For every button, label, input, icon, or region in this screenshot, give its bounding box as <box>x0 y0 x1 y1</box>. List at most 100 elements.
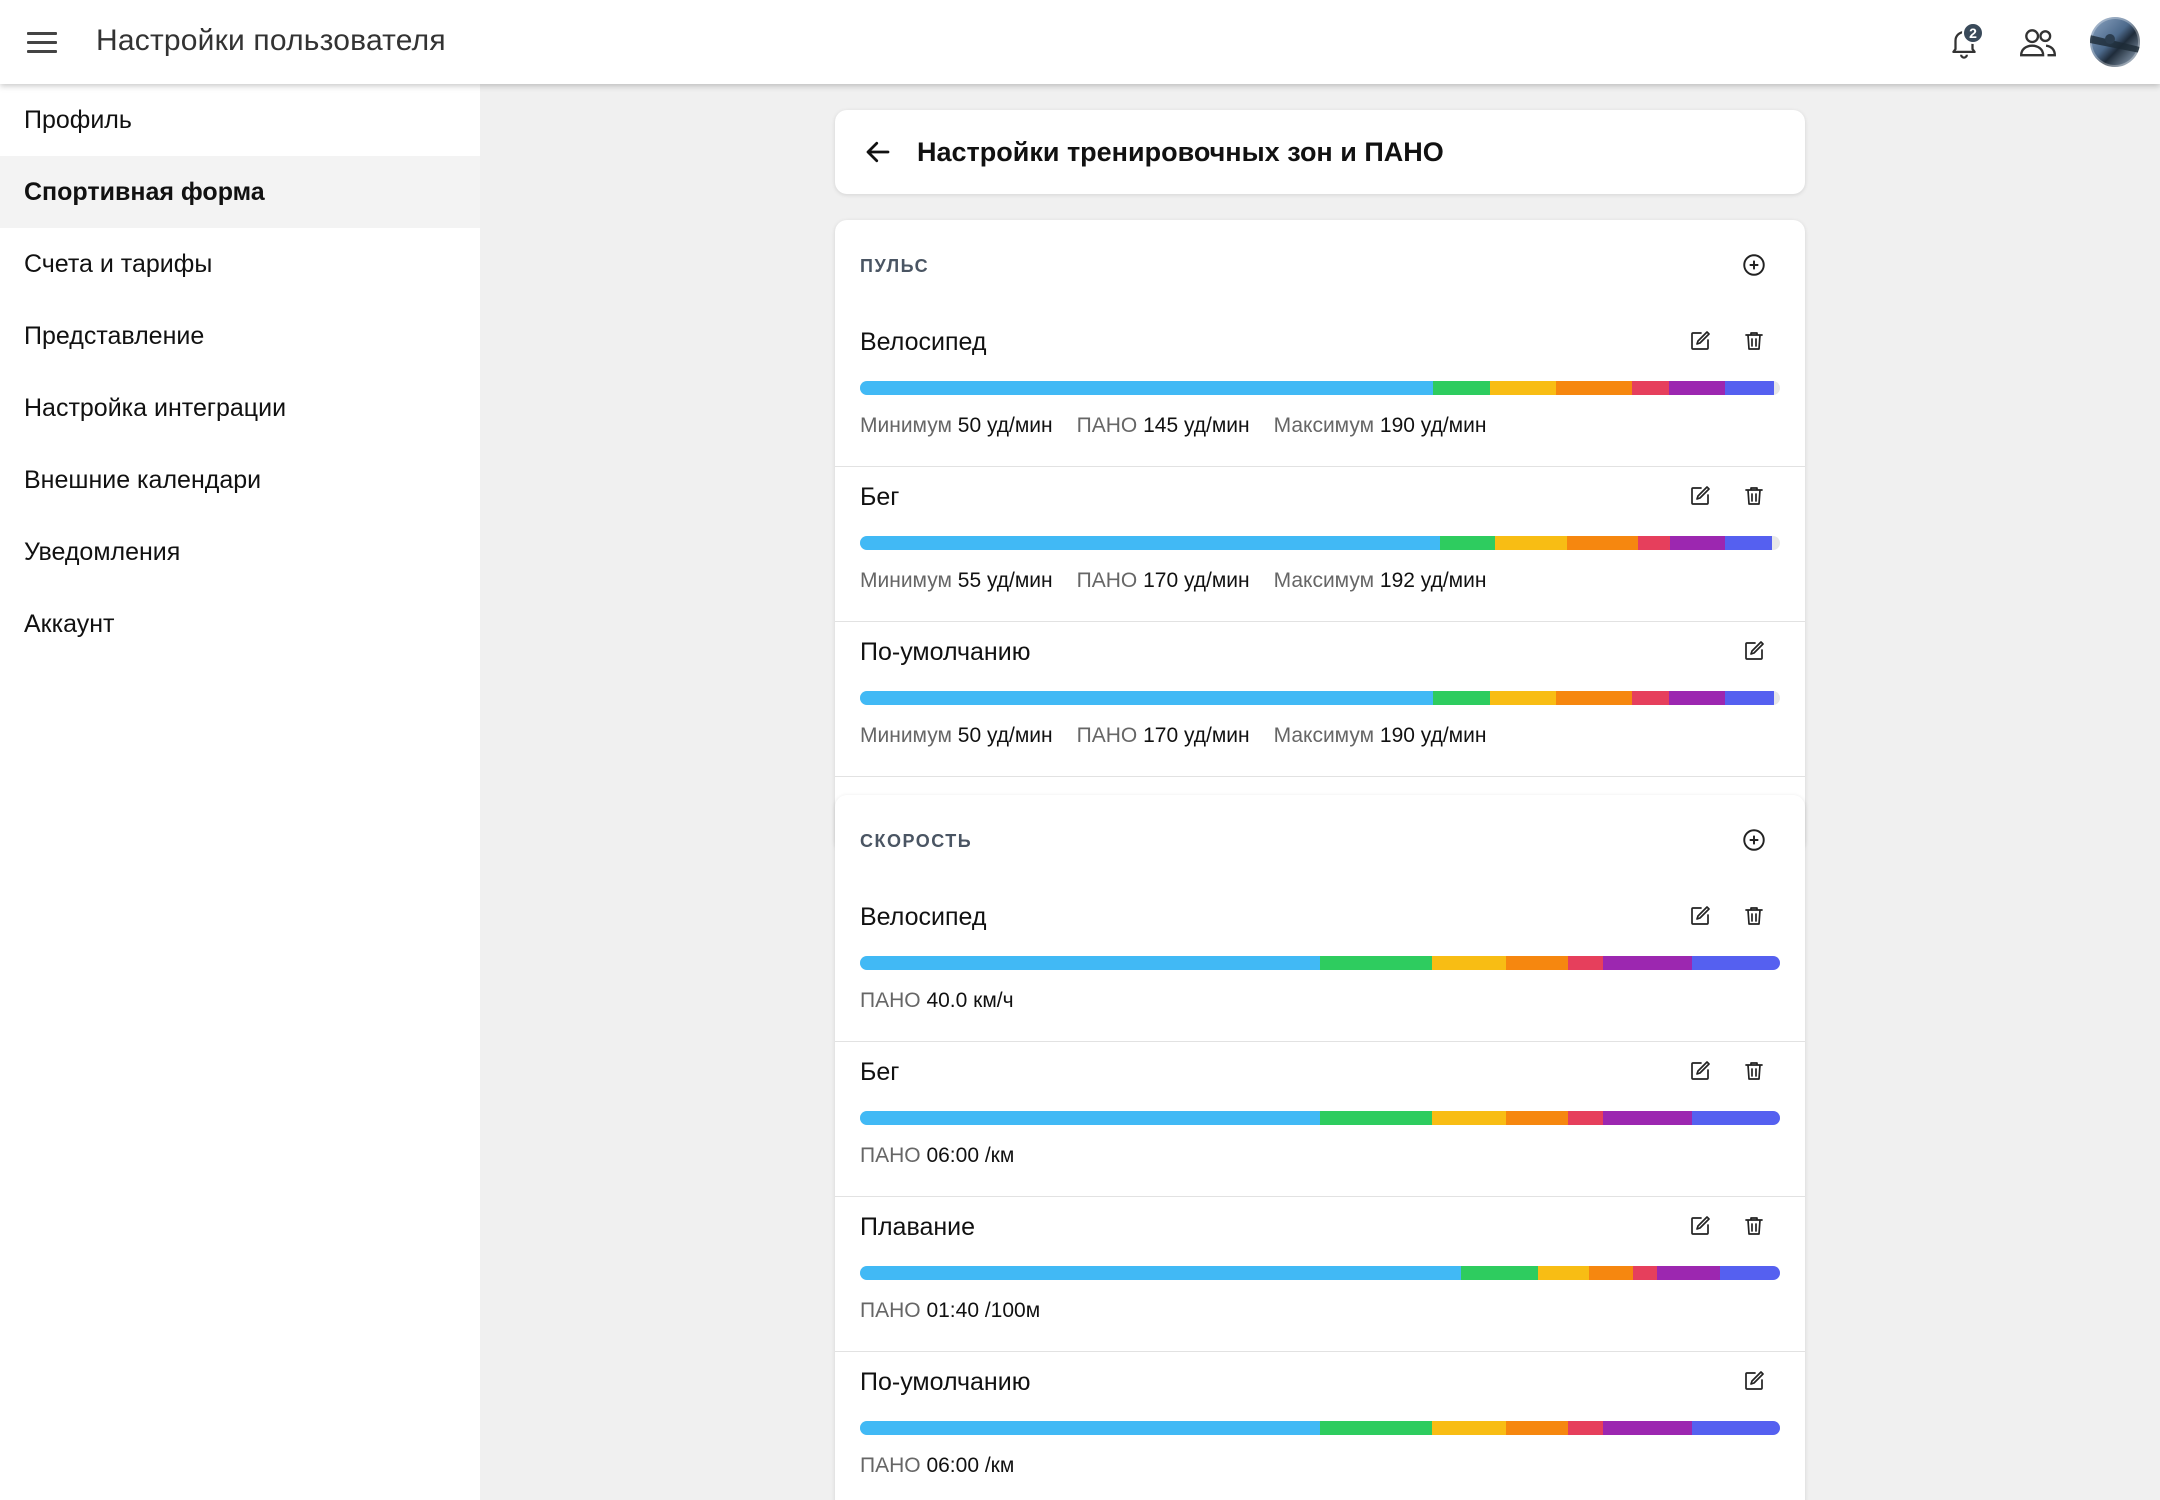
sidebar-item-profile[interactable]: Профиль <box>0 84 480 156</box>
sidebar-item-notifications[interactable]: Уведомления <box>0 516 480 588</box>
zone-segment-6 <box>1668 691 1725 705</box>
stat-value: 50 уд/мин <box>957 414 1053 437</box>
zone-segment-1 <box>860 691 1434 705</box>
trash-icon[interactable] <box>1739 901 1769 931</box>
stat-max: Максимум 192 уд/мин <box>1274 569 1487 593</box>
edit-icon[interactable] <box>1685 1056 1715 1086</box>
zone-segment-7 <box>1724 691 1774 705</box>
notification-badge: 2 <box>1962 22 1984 44</box>
zone-segment-7 <box>1691 956 1780 970</box>
stat-value: 170 уд/мин <box>1143 724 1250 747</box>
sidebar-item-appearance[interactable]: Представление <box>0 300 480 372</box>
people-button[interactable] <box>2016 20 2060 64</box>
zone-segment-5 <box>1568 956 1604 970</box>
zone-name: По-умолчанию <box>860 638 1031 666</box>
notifications-button[interactable]: 2 <box>1942 20 1986 64</box>
zone-bar <box>860 956 1780 970</box>
stat-max: Максимум 190 уд/мин <box>1274 724 1487 748</box>
add-speed-zone-button[interactable] <box>1739 825 1769 855</box>
pulse-section-label: ПУЛЬС <box>860 256 930 276</box>
stat-threshold: ПАНО 145 уд/мин <box>1077 414 1250 438</box>
zone-segment-5 <box>1568 1421 1604 1435</box>
zone-bar <box>860 1266 1780 1280</box>
zone-segment-6 <box>1603 1421 1692 1435</box>
zone-segment-2 <box>1320 1421 1433 1435</box>
stat-min: Минимум 50 уд/мин <box>860 724 1053 748</box>
stat-threshold: ПАНО 170 уд/мин <box>1077 569 1250 593</box>
zone-bar <box>860 1421 1780 1435</box>
zone-segment-2 <box>1439 536 1495 550</box>
section-title: Настройки тренировочных зон и ПАНО <box>917 136 1444 167</box>
stat-label: ПАНО <box>1076 414 1138 437</box>
zone-segment-4 <box>1505 956 1569 970</box>
zone-row: Бег Минимум 55 уд/мин ПАНО 170 уд/мин Макси… <box>835 467 1805 622</box>
zone-segment-7 <box>1691 1421 1780 1435</box>
speed-card: СКОРОСТЬ Велосипед ПАНО 40.0 км/ч Бег ПАНО … <box>835 795 1805 1500</box>
trash-icon[interactable] <box>1739 326 1769 356</box>
zone-segment-6 <box>1668 381 1725 395</box>
stat-threshold: ПАНО 40.0 км/ч <box>860 989 1014 1013</box>
trash-icon[interactable] <box>1739 1056 1769 1086</box>
zone-segment-1 <box>860 1266 1461 1280</box>
sidebar-item-sport-form[interactable]: Спортивная форма <box>0 156 480 228</box>
pulse-card: ПУЛЬС Велосипед Минимум 50 уд/мин ПАНО 145… <box>835 220 1805 852</box>
zone-segment-7 <box>1724 381 1774 395</box>
zone-segment-2 <box>1460 1266 1539 1280</box>
stat-value: 55 уд/мин <box>957 569 1053 592</box>
zone-segment-5 <box>1638 536 1670 550</box>
stat-label: ПАНО <box>860 1299 921 1322</box>
sidebar-item-integrations[interactable]: Настройка интеграции <box>0 372 480 444</box>
zone-name: По-умолчанию <box>860 1368 1031 1396</box>
zone-segment-6 <box>1603 956 1692 970</box>
sidebar-item-external-calendars[interactable]: Внешние календари <box>0 444 480 516</box>
sidebar-item-account[interactable]: Аккаунт <box>0 588 480 660</box>
sidebar-item-billing[interactable]: Счета и тарифы <box>0 228 480 300</box>
zone-segment-7 <box>1691 1111 1780 1125</box>
people-icon <box>2020 29 2056 57</box>
trash-icon[interactable] <box>1739 481 1769 511</box>
page-header-card: Настройки тренировочных зон и ПАНО <box>835 110 1805 194</box>
zone-segment-3 <box>1432 1421 1506 1435</box>
zone-segment-1 <box>860 1111 1320 1125</box>
stat-value: 170 уд/мин <box>1143 569 1250 592</box>
stat-label: ПАНО <box>860 1144 921 1167</box>
stat-threshold: ПАНО 170 уд/мин <box>1077 724 1250 748</box>
edit-icon[interactable] <box>1739 636 1769 666</box>
stat-min: Минимум 55 уд/мин <box>860 569 1053 593</box>
zone-name: Бег <box>860 483 900 511</box>
stat-value: 40.0 км/ч <box>926 989 1014 1012</box>
stat-threshold: ПАНО 06:00 /км <box>860 1454 1014 1478</box>
zone-segment-4 <box>1556 381 1632 395</box>
main-content: Настройки тренировочных зон и ПАНО ПУЛЬС… <box>480 84 2160 1500</box>
stat-label: Минимум <box>860 724 952 747</box>
menu-icon[interactable] <box>24 24 60 60</box>
stat-value: 06:00 /км <box>926 1454 1015 1477</box>
trash-icon[interactable] <box>1739 1211 1769 1241</box>
zone-segment-1 <box>860 1421 1320 1435</box>
avatar[interactable] <box>2090 17 2140 67</box>
stat-value: 192 уд/мин <box>1379 569 1487 592</box>
zone-row: Велосипед Минимум 50 уд/мин ПАНО 145 уд/ми… <box>835 312 1805 467</box>
stat-value: 01:40 /100м <box>926 1299 1041 1322</box>
stat-max: Максимум 190 уд/мин <box>1274 414 1487 438</box>
zone-segment-2 <box>1433 381 1491 395</box>
zone-segment-3 <box>1432 956 1506 970</box>
stat-label: Минимум <box>860 569 952 592</box>
back-arrow-icon[interactable] <box>861 135 895 169</box>
zone-segment-4 <box>1588 1266 1633 1280</box>
edit-icon[interactable] <box>1685 1211 1715 1241</box>
stat-value: 06:00 /км <box>926 1144 1015 1167</box>
edit-icon[interactable] <box>1685 901 1715 931</box>
zone-segment-4 <box>1505 1421 1569 1435</box>
stat-label: ПАНО <box>1076 569 1138 592</box>
edit-icon[interactable] <box>1685 326 1715 356</box>
edit-icon[interactable] <box>1685 481 1715 511</box>
stat-value: 190 уд/мин <box>1379 414 1487 437</box>
add-pulse-zone-button[interactable] <box>1739 250 1769 280</box>
zone-segment-6 <box>1656 1266 1721 1280</box>
zone-segment-2 <box>1320 956 1433 970</box>
zone-segment-5 <box>1631 691 1669 705</box>
edit-icon[interactable] <box>1739 1366 1769 1396</box>
stat-label: Максимум <box>1273 414 1375 437</box>
stat-label: Максимум <box>1273 569 1375 592</box>
